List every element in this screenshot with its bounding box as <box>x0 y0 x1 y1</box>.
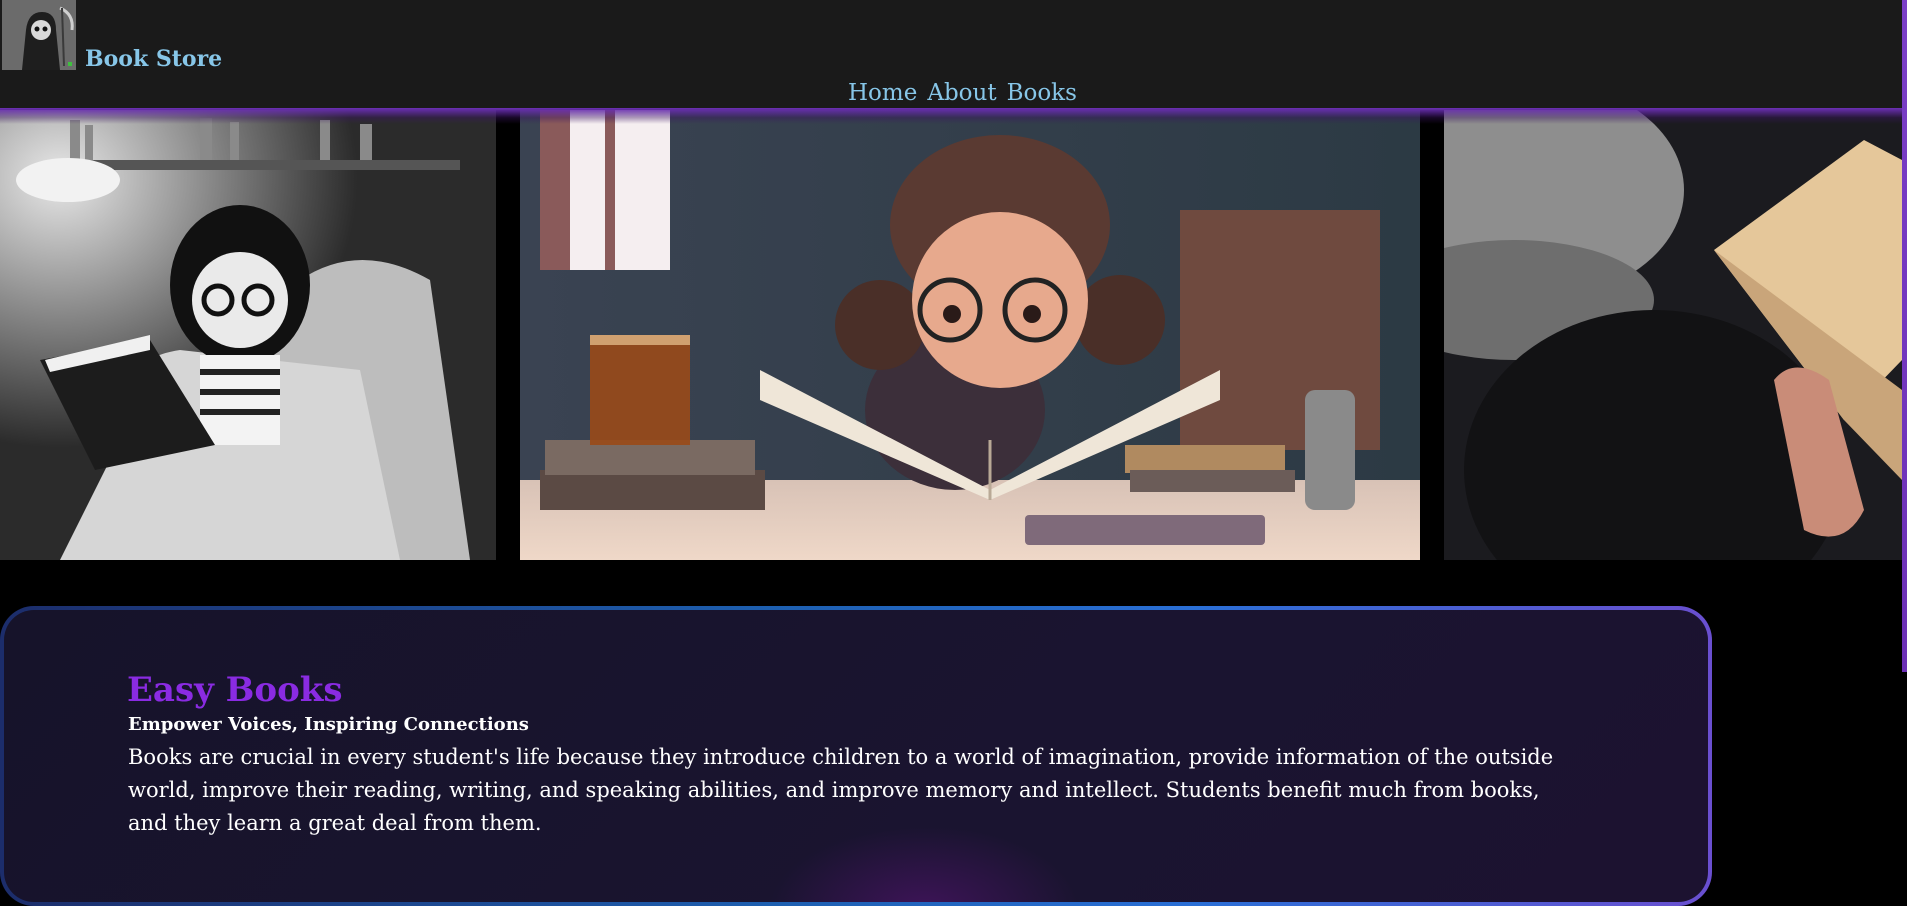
nav-about-link[interactable]: About <box>927 80 996 106</box>
hero-top-glow <box>0 108 1902 124</box>
nav-home-link[interactable]: Home <box>848 80 917 106</box>
carousel-slide-desk-reader[interactable] <box>520 110 1420 560</box>
intro-subtitle: Empower Voices, Inspiring Connections <box>128 714 529 735</box>
brand-name[interactable]: Book Store <box>85 46 222 72</box>
grim-reaper-logo-icon[interactable] <box>2 0 76 70</box>
site-header: Book Store Home About Books <box>0 0 1907 110</box>
intro-body: Books are crucial in every student's lif… <box>128 745 1554 835</box>
carousel-slide-grayscale-reader[interactable] <box>0 110 496 560</box>
carousel-slide-hands-book[interactable] <box>1444 110 1902 560</box>
purple-edge-strip <box>1902 0 1907 672</box>
nav-books-link[interactable]: Books <box>1007 80 1077 106</box>
main-nav: Home About Books <box>848 80 1077 106</box>
intro-title: Easy Books <box>127 670 343 710</box>
